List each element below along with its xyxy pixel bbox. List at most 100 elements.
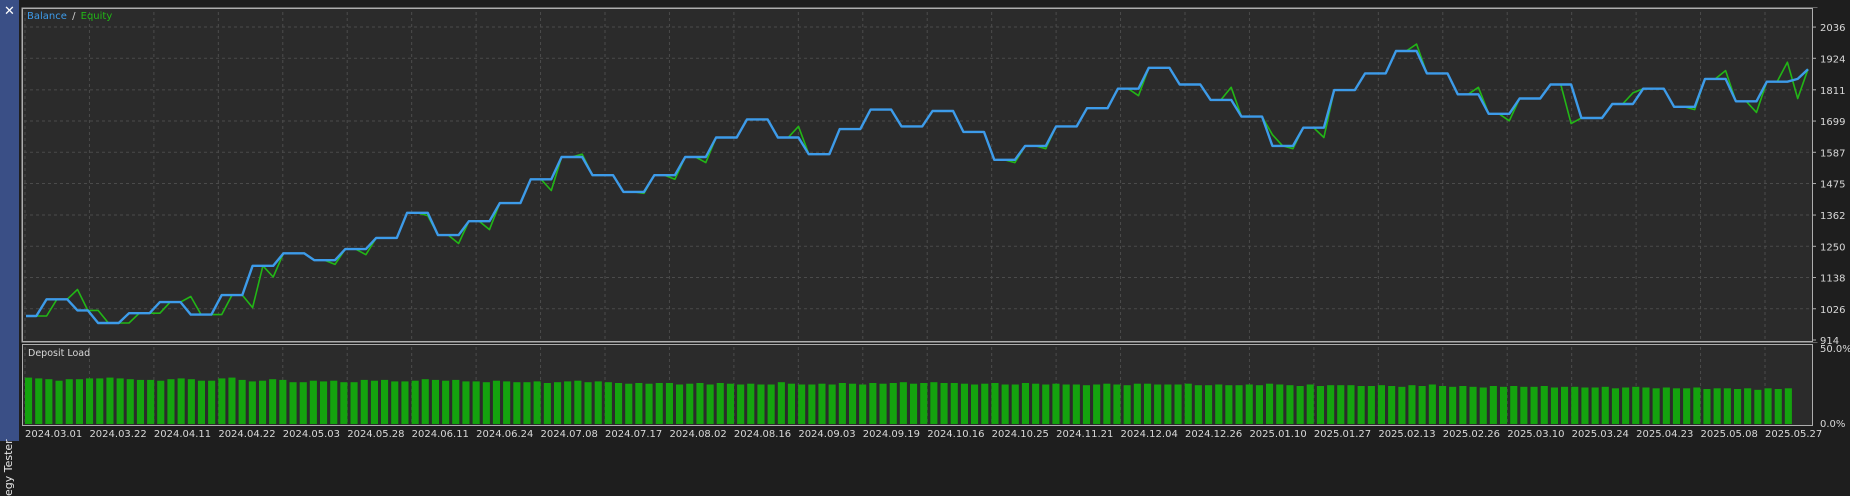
deposit-load-bar xyxy=(625,383,633,424)
deposit-load-bar xyxy=(1439,386,1447,424)
deposit-load-bar xyxy=(1266,383,1274,424)
deposit-load-bar xyxy=(838,383,846,424)
deposit-load-bar xyxy=(442,380,450,424)
deposit-load-bar xyxy=(1500,386,1508,424)
deposit-load-bar xyxy=(147,379,155,424)
deposit-load-bar xyxy=(1622,387,1630,424)
deposit-load-bar xyxy=(259,380,267,424)
deposit-load-bar xyxy=(1296,386,1304,424)
deposit-load-bar xyxy=(1052,383,1060,424)
x-tick-label: 2024.03.01 xyxy=(25,429,82,440)
deposit-load-bar xyxy=(1103,383,1111,424)
y-tick-label: 1587 xyxy=(1820,148,1845,159)
deposit-load-bar xyxy=(309,380,317,424)
deposit-load-bar xyxy=(462,381,470,424)
deposit-load-bar xyxy=(513,382,521,424)
deposit-load-bar xyxy=(1632,386,1640,424)
deposit-load-bar xyxy=(1032,383,1040,424)
deposit-y-tick-label: 50.0% xyxy=(1820,344,1850,355)
deposit-load-bar xyxy=(167,379,175,424)
deposit-load-bar xyxy=(35,378,43,424)
deposit-load-bar xyxy=(1428,384,1436,424)
deposit-load-bar xyxy=(289,382,297,424)
x-tick-label: 2024.09.03 xyxy=(798,429,855,440)
deposit-load-bar xyxy=(1550,387,1558,424)
deposit-load-bar xyxy=(1072,384,1080,424)
y-tick-label: 1924 xyxy=(1820,54,1845,65)
deposit-load-bar xyxy=(350,382,358,424)
deposit-load-bar xyxy=(706,384,714,424)
deposit-load-bar xyxy=(1672,388,1680,424)
deposit-load-bar xyxy=(971,384,979,424)
deposit-load-bar xyxy=(1540,386,1548,424)
deposit-load-bar xyxy=(360,379,368,424)
deposit-load-bar xyxy=(1194,385,1202,424)
deposit-load-bar xyxy=(818,383,826,424)
y-tick-label: 1811 xyxy=(1820,86,1845,97)
deposit-load-bar xyxy=(96,378,104,424)
deposit-load-bar xyxy=(1489,386,1497,424)
deposit-load-bar xyxy=(940,383,948,424)
deposit-load-bar xyxy=(767,384,775,424)
deposit-load-bar xyxy=(828,384,836,424)
deposit-load-bar xyxy=(330,380,338,424)
deposit-load-bar xyxy=(757,384,765,424)
deposit-load-bar xyxy=(1174,384,1182,424)
deposit-load-bar xyxy=(879,383,887,424)
deposit-load-bar xyxy=(197,380,205,424)
deposit-load-title: Deposit Load xyxy=(28,348,90,359)
deposit-load-bar xyxy=(492,380,500,424)
deposit-load-bar xyxy=(1235,385,1243,424)
deposit-load-bar xyxy=(1286,385,1294,424)
deposit-load-bar xyxy=(1744,388,1752,424)
deposit-load-bar xyxy=(777,382,785,424)
deposit-load-bar xyxy=(635,383,643,424)
deposit-load-bar xyxy=(1367,386,1375,424)
deposit-load-bar xyxy=(1510,386,1518,424)
deposit-load-bar xyxy=(696,383,704,424)
deposit-load-bar xyxy=(177,378,185,424)
deposit-load-bar xyxy=(1469,386,1477,424)
deposit-load-bar xyxy=(1398,386,1406,424)
deposit-load-bar xyxy=(391,381,399,424)
deposit-load-bar xyxy=(1215,384,1223,424)
balance-equity-chart: 9141026113812501362147515871699181119242… xyxy=(21,7,1850,440)
deposit-load-bar xyxy=(1357,386,1365,424)
x-axis: 2024.03.01 2024.03.22 2024.04.11 2024.04.22… xyxy=(25,429,1822,440)
deposit-load-bar xyxy=(930,382,938,424)
deposit-load-bar xyxy=(65,379,73,424)
deposit-load-bar xyxy=(1642,387,1650,424)
deposit-load-bar xyxy=(1652,388,1660,424)
deposit-load-bar xyxy=(1479,387,1487,424)
deposit-load-bar xyxy=(1306,384,1314,424)
deposit-load-bar xyxy=(787,383,795,424)
y-tick-label: 1026 xyxy=(1820,305,1845,316)
x-tick-label: 2024.12.04 xyxy=(1121,429,1178,440)
x-tick-label: 2024.07.17 xyxy=(605,429,662,440)
deposit-load-bar xyxy=(116,378,124,424)
deposit-load-bar xyxy=(411,380,419,424)
deposit-load-bar xyxy=(726,383,734,424)
deposit-load-bar xyxy=(1764,388,1772,424)
deposit-load-bar xyxy=(737,384,745,424)
deposit-load-bar xyxy=(899,382,907,424)
deposit-load-bar xyxy=(1734,389,1742,424)
deposit-load-bar xyxy=(1520,386,1528,424)
deposit-load-bar xyxy=(1388,386,1396,424)
deposit-load-bar xyxy=(554,382,562,424)
x-tick-label: 2025.05.27 xyxy=(1765,429,1822,440)
deposit-load-bar xyxy=(1347,385,1355,424)
deposit-load-bar xyxy=(1154,384,1162,424)
deposit-load-bar xyxy=(320,381,328,424)
deposit-load-bar xyxy=(340,382,348,424)
deposit-load-bar xyxy=(25,377,33,424)
deposit-y-axis: 50.0% 0.0% xyxy=(1820,344,1850,430)
legend: Balance / Equity xyxy=(27,11,112,22)
deposit-load-bar xyxy=(960,383,968,424)
deposit-load-bar xyxy=(543,383,551,424)
deposit-load-bar xyxy=(1042,384,1050,424)
deposit-load-bar xyxy=(1327,385,1335,424)
deposit-load-bar xyxy=(523,382,531,424)
deposit-load-bar xyxy=(503,381,511,424)
deposit-load-bar xyxy=(1662,387,1670,424)
